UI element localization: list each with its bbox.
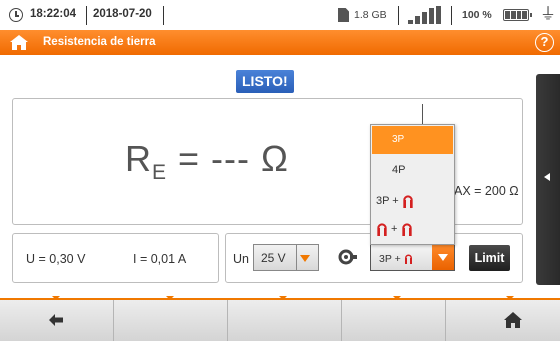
clock-icon bbox=[9, 8, 23, 22]
arrow-left-icon bbox=[49, 314, 63, 326]
voltage-select-value: 25 V bbox=[261, 251, 286, 265]
method-dropdown: 3P 4P 3P + + bbox=[370, 124, 455, 245]
result-symbol: R bbox=[125, 138, 152, 179]
tab-marker bbox=[166, 296, 174, 300]
un-label: Un bbox=[233, 252, 249, 266]
method-select[interactable]: 3P + bbox=[370, 244, 455, 271]
voltage-readout: U = 0,30 V bbox=[26, 252, 86, 266]
status-bar: 18:22:04 2018-07-20 1.8 GB 100 % ⏚ bbox=[0, 0, 560, 30]
dropdown-option-two-clamps[interactable]: + bbox=[372, 212, 453, 240]
clamp-icon bbox=[403, 195, 413, 208]
plug-icon: ⏚ bbox=[540, 6, 557, 23]
clamp-icon bbox=[338, 249, 357, 265]
home-icon bbox=[504, 312, 522, 328]
sd-card-icon bbox=[338, 8, 349, 22]
status-date: 2018-07-20 bbox=[93, 8, 152, 20]
chevron-down-icon[interactable] bbox=[432, 245, 454, 270]
limit-button[interactable]: Limit bbox=[469, 245, 510, 271]
title-bar: Resistencia de tierra ? bbox=[0, 30, 560, 55]
back-button[interactable] bbox=[0, 300, 113, 341]
battery-text: 100 % bbox=[462, 9, 492, 21]
divider bbox=[113, 300, 114, 341]
tab-marker bbox=[393, 296, 401, 300]
divider bbox=[451, 6, 452, 25]
battery-icon bbox=[503, 9, 532, 21]
divider bbox=[341, 300, 342, 341]
clamp-icon bbox=[377, 223, 387, 236]
status-badge: LISTO! bbox=[236, 70, 294, 93]
clamp-icon bbox=[404, 254, 412, 264]
rmax-readout: AX = 200 Ω bbox=[454, 184, 519, 198]
clamp-icon bbox=[401, 223, 412, 236]
result-value: = --- Ω bbox=[167, 138, 289, 179]
chevron-down-icon bbox=[300, 255, 310, 262]
side-drawer-handle[interactable] bbox=[536, 74, 560, 285]
divider bbox=[86, 6, 87, 25]
signal-icon bbox=[408, 6, 442, 24]
home-icon[interactable] bbox=[10, 35, 28, 50]
tab-marker bbox=[279, 296, 287, 300]
voltage-select[interactable]: 25 V bbox=[253, 244, 319, 271]
method-select-value: 3P + bbox=[379, 252, 413, 265]
dropdown-option-3p[interactable]: 3P bbox=[372, 126, 453, 154]
result-readout: RE = --- Ω bbox=[125, 138, 289, 185]
divider bbox=[163, 6, 164, 25]
current-readout: I = 0,01 A bbox=[133, 252, 187, 266]
divider bbox=[227, 300, 228, 341]
dropdown-option-3p-clamp[interactable]: 3P + bbox=[372, 184, 453, 212]
storage-text: 1.8 GB bbox=[354, 9, 387, 21]
help-icon[interactable]: ? bbox=[535, 33, 554, 52]
divider bbox=[296, 245, 297, 270]
result-subscript: E bbox=[152, 161, 168, 184]
home-button[interactable] bbox=[445, 300, 560, 341]
status-time: 18:22:04 bbox=[30, 8, 77, 20]
screen-title: Resistencia de tierra bbox=[43, 36, 156, 48]
dropdown-option-4p[interactable]: 4P bbox=[372, 156, 453, 184]
chevron-left-icon bbox=[544, 173, 550, 181]
divider bbox=[398, 6, 399, 25]
indicator-line bbox=[422, 104, 423, 125]
